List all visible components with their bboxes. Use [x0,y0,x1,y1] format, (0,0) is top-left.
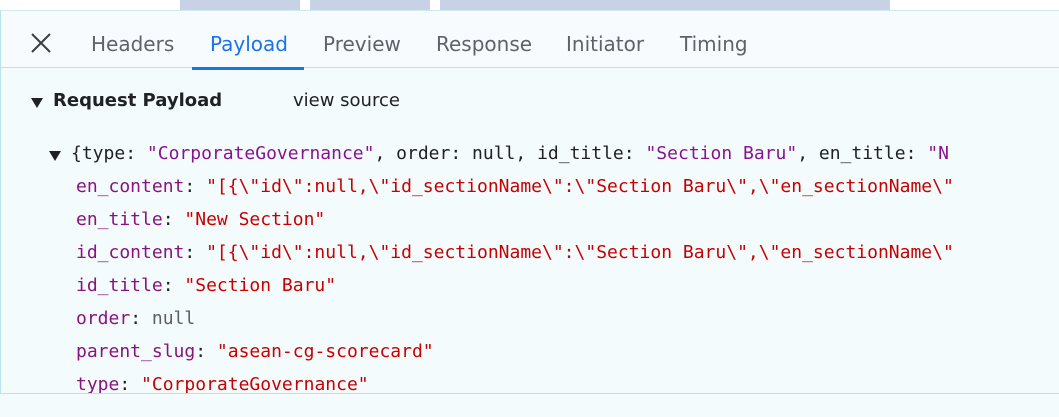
summary-value: "CorporateGovernance" [146,143,375,164]
property-row[interactable]: order: null [76,308,195,332]
comma: , [797,143,819,164]
expanded-triangle-icon[interactable] [49,151,61,161]
top-edge-shadow [180,0,300,10]
comma: , [515,143,538,164]
payload-content: Request Payload view source {type: "Corp… [0,68,1059,395]
top-edge-strip [0,0,1059,10]
expanded-triangle-icon[interactable] [31,98,43,108]
colon: : [623,143,646,164]
summary-key: id_title [537,143,624,164]
colon: : [130,308,152,329]
property-value: "asean-cg-scorecard" [216,341,434,362]
summary-key: order [396,143,451,164]
top-edge-shadow [310,0,430,10]
close-icon-glyph [31,33,51,53]
property-row[interactable]: parent_slug: "asean-cg-scorecard" [76,341,434,365]
property-value: "[{\"id\":null,\"id_sectionName\":\"Sect… [206,242,954,263]
tab-initiator[interactable]: Initiator [566,32,644,56]
colon: : [184,242,207,263]
brace: { [71,143,82,164]
colon: : [162,275,185,296]
payload-object-summary[interactable]: {type: "CorporateGovernance", order: nul… [49,143,949,167]
tab-preview[interactable]: Preview [323,32,401,56]
summary-value: null [472,143,516,164]
property-key: id_content [76,242,185,263]
property-key: id_title [76,275,163,296]
summary-key: en_title [818,143,906,164]
colon: : [195,341,217,362]
summary-value: "Section Baru" [645,143,798,164]
colon: : [125,143,147,164]
colon: : [450,143,473,164]
bottom-divider [0,393,1059,394]
property-row[interactable]: en_content: "[{\"id\":null,\"id_sectionN… [76,176,954,200]
comma: , [374,143,397,164]
property-value: null [151,308,196,329]
property-key: en_title [76,209,163,230]
close-icon[interactable] [27,29,55,57]
summary-key: type [81,143,126,164]
colon: : [905,143,928,164]
tab-timing[interactable]: Timing [680,32,748,56]
devtools-network-detail-panel: Headers Payload Preview Response Initiat… [0,0,1059,417]
tab-bar: Headers Payload Preview Response Initiat… [0,10,1059,70]
view-source-link[interactable]: view source [293,90,400,111]
property-row[interactable]: type: "CorporateGovernance" [76,374,369,398]
property-key: order [76,308,131,329]
property-row[interactable]: id_content: "[{\"id\":null,\"id_sectionN… [76,242,954,266]
tab-response[interactable]: Response [436,32,532,56]
property-value: "[{\"id\":null,\"id_sectionName\":\"Sect… [206,176,954,197]
summary-value: "N [927,143,949,164]
object-summary-text: {type: "CorporateGovernance", order: nul… [71,143,949,164]
property-row[interactable]: en_title: "New Section" [76,209,325,233]
property-value: "New Section" [184,209,326,230]
colon: : [119,374,142,395]
property-key: type [76,374,120,395]
property-row[interactable]: id_title: "Section Baru" [76,275,336,299]
property-value: "Section Baru" [184,275,337,296]
section-title: Request Payload [53,90,223,111]
property-value: "CorporateGovernance" [141,374,369,395]
property-key: en_content [76,176,185,197]
tab-headers[interactable]: Headers [91,32,174,56]
colon: : [162,209,185,230]
top-edge-shadow [440,0,890,10]
tab-payload[interactable]: Payload [210,32,288,56]
colon: : [184,176,207,197]
property-key: parent_slug [76,341,196,362]
